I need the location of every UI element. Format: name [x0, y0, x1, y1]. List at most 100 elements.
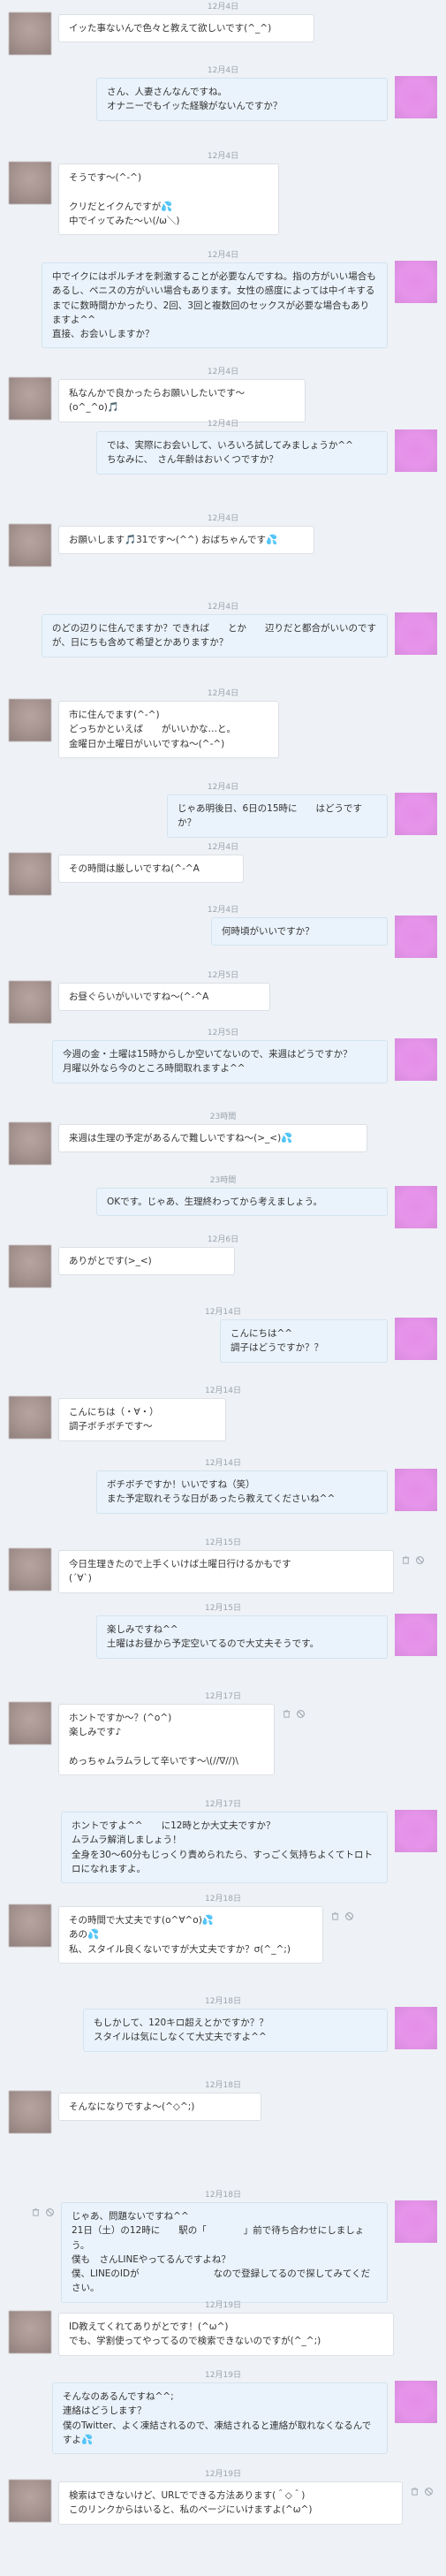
user-avatar[interactable]: [395, 612, 437, 655]
sent-message-bubble: さん、人妻さんなんですね。 オナニーでもイッた経験がないんですか？: [96, 78, 388, 121]
partner-avatar[interactable]: [9, 2091, 51, 2133]
block-icon[interactable]: [344, 1911, 354, 1921]
user-avatar[interactable]: [395, 916, 437, 958]
received-message-bubble: 検索はできないけど、URLでできる方法あります(＾◇＾) このリンクからはいると…: [58, 2481, 403, 2525]
message-actions: [410, 2487, 434, 2496]
user-avatar[interactable]: [395, 2007, 437, 2049]
message-timestamp: 12月4日: [207, 514, 239, 523]
user-avatar[interactable]: [395, 261, 437, 303]
message-thread: 12月4日 イッた事ないんで色々と教えて欲しいです(^_^) 12月4日 さん、人妻さ…: [0, 0, 446, 2576]
message-timestamp: 12月5日: [207, 1029, 239, 1037]
received-message-bubble: そんなになりですよ〜(^◇^;): [58, 2093, 261, 2122]
sent-message-bubble: そんなのあるんですね^^; 連絡はどうします？ 僕のTwitter、よく凍結され…: [52, 2382, 388, 2455]
received-message-bubble: その時間で大丈夫です(o^∀^o)💦 あの💦 私、スタイル良くないですが大丈夫で…: [58, 1906, 323, 1964]
partner-avatar[interactable]: [9, 1548, 51, 1591]
received-message-bubble: 私なんかで良かったらお願いしたいです〜(o^_^o)🎵: [58, 379, 306, 422]
message-timestamp: 12月5日: [207, 971, 239, 980]
delete-icon[interactable]: [282, 1709, 291, 1719]
message-timestamp: 12月4日: [207, 66, 239, 75]
received-message-bubble: お昼ぐらいがいいですね〜(^-^A: [58, 983, 270, 1012]
received-message-bubble: 市に住んでます(^-^) どっちかといえば がいいかな…と。 金曜日か土曜日がい…: [58, 701, 279, 758]
received-message-bubble: そうです〜(^-^) クリだとイクんですが💦 中でイッてみた〜い(/ω＼): [58, 163, 279, 236]
partner-avatar[interactable]: [9, 853, 51, 895]
message-timestamp: 23時間: [209, 1113, 237, 1121]
sent-message-bubble: じゃあ、問題ないですね^^ 21日（土）の12時に 駅の「 」前で待ち合わせにし…: [61, 2202, 388, 2303]
user-avatar[interactable]: [395, 2200, 437, 2243]
user-avatar[interactable]: [395, 1614, 437, 1656]
message-timestamp: 12月4日: [207, 152, 239, 161]
partner-avatar[interactable]: [9, 2480, 51, 2522]
partner-avatar[interactable]: [9, 1122, 51, 1165]
received-message-bubble: 来週は生理の予定があるんで難しいですね〜(>_<)💦: [58, 1124, 367, 1153]
user-avatar[interactable]: [395, 429, 437, 472]
message-actions: [330, 1911, 354, 1921]
partner-avatar[interactable]: [9, 524, 51, 566]
message-timestamp: 12月4日: [207, 689, 239, 698]
received-message-bubble: その時間は厳しいですね(^-^A: [58, 855, 244, 884]
sent-message-bubble: もしかして、120キロ超えとかですか？？ スタイルは気にしなくて大丈夫ですよ^^: [83, 2009, 388, 2052]
message-timestamp: 12月4日: [207, 906, 239, 915]
received-message-bubble: こんにちは（・∀・） 調子ボチボチです〜: [58, 1398, 226, 1441]
message-actions: [31, 2207, 55, 2217]
received-message-bubble: ありがとです(>_<): [58, 1247, 235, 1276]
user-avatar[interactable]: [395, 1469, 437, 1511]
message-timestamp: 12月19日: [205, 2470, 241, 2479]
user-avatar[interactable]: [395, 76, 437, 118]
sent-message-bubble: ホントですよ^^ に12時とか大丈夫ですか？ ムラムラ解消しましょう！ 全身を3…: [61, 1812, 388, 1884]
user-avatar[interactable]: [395, 1810, 437, 1852]
partner-avatar[interactable]: [9, 1396, 51, 1439]
received-message-bubble: お願いします🎵31です〜(^^) おばちゃんです💦: [58, 526, 314, 555]
partner-avatar[interactable]: [9, 377, 51, 420]
sent-message-bubble: じゃあ明後日、6日の15時に はどうですか？: [167, 794, 388, 838]
partner-avatar[interactable]: [9, 1245, 51, 1288]
user-avatar[interactable]: [395, 793, 437, 835]
message-actions: [282, 1709, 306, 1719]
partner-avatar[interactable]: [9, 699, 51, 741]
sent-message-bubble: 何時頃がいいですか？: [211, 917, 388, 946]
partner-avatar[interactable]: [9, 981, 51, 1023]
partner-avatar[interactable]: [9, 2311, 51, 2353]
message-timestamp: 12月4日: [207, 783, 239, 792]
sent-message-bubble: ボチボチですか！いいですね（笑） また予定取れそうな日があったら教えてくださいね…: [96, 1470, 388, 1514]
partner-avatar[interactable]: [9, 12, 51, 55]
sent-message-bubble: 今週の金・土曜は15時からしか空いてないので、来週はどうですか？ 月曜以外なら今…: [52, 1040, 388, 1083]
user-avatar[interactable]: [395, 1318, 437, 1360]
user-avatar[interactable]: [395, 1038, 437, 1081]
received-message-bubble: ID教えてくれてありがとです！(^ω^) でも、学割使ってやってるので検索できな…: [58, 2313, 394, 2356]
delete-icon[interactable]: [401, 1555, 411, 1565]
message-timestamp: 12月4日: [207, 3, 239, 11]
message-timestamp: 12月4日: [207, 420, 239, 429]
sent-message-bubble: OKです。じゃあ、生理終わってから考えましょう。: [96, 1188, 388, 1217]
sent-message-bubble: 楽しみですね^^ 土曜はお昼から予定空いてるので大丈夫そうです。: [96, 1615, 388, 1659]
received-message-bubble: イッた事ないんで色々と教えて欲しいです(^_^): [58, 14, 314, 43]
message-timestamp: 12月18日: [205, 2191, 241, 2200]
message-timestamp: 23時間: [209, 1176, 237, 1185]
delete-icon[interactable]: [410, 2487, 420, 2496]
message-timestamp: 12月17日: [205, 1692, 241, 1701]
block-icon[interactable]: [296, 1709, 306, 1719]
message-timestamp: 12月15日: [205, 1604, 241, 1613]
partner-avatar[interactable]: [9, 1904, 51, 1947]
user-avatar[interactable]: [395, 1186, 437, 1228]
message-timestamp: 12月4日: [207, 251, 239, 260]
message-timestamp: 12月14日: [205, 1459, 241, 1468]
block-icon[interactable]: [415, 1555, 425, 1565]
message-timestamp: 12月4日: [207, 843, 239, 852]
message-timestamp: 12月19日: [205, 2301, 241, 2310]
partner-avatar[interactable]: [9, 1702, 51, 1744]
message-timestamp: 12月18日: [205, 2081, 241, 2090]
partner-avatar[interactable]: [9, 162, 51, 204]
delete-icon[interactable]: [330, 1911, 340, 1921]
message-timestamp: 12月14日: [205, 1308, 241, 1317]
user-avatar[interactable]: [395, 2381, 437, 2423]
block-icon[interactable]: [45, 2207, 55, 2217]
block-icon[interactable]: [424, 2487, 434, 2496]
sent-message-bubble: こんにちは^^ 調子はどうですか？？: [220, 1319, 388, 1363]
message-actions: [401, 1555, 425, 1565]
delete-icon[interactable]: [31, 2207, 41, 2217]
received-message-bubble: 今日生理きたので上手くいけば土曜日行けるかもです (´∀`): [58, 1550, 394, 1593]
message-timestamp: 12月18日: [205, 1997, 241, 2006]
message-timestamp: 12月4日: [207, 368, 239, 376]
message-timestamp: 12月15日: [205, 1539, 241, 1547]
received-message-bubble: ホントですか〜？(^o^) 楽しみです♪ めっちゃムラムラして辛いです〜\(//…: [58, 1704, 275, 1776]
